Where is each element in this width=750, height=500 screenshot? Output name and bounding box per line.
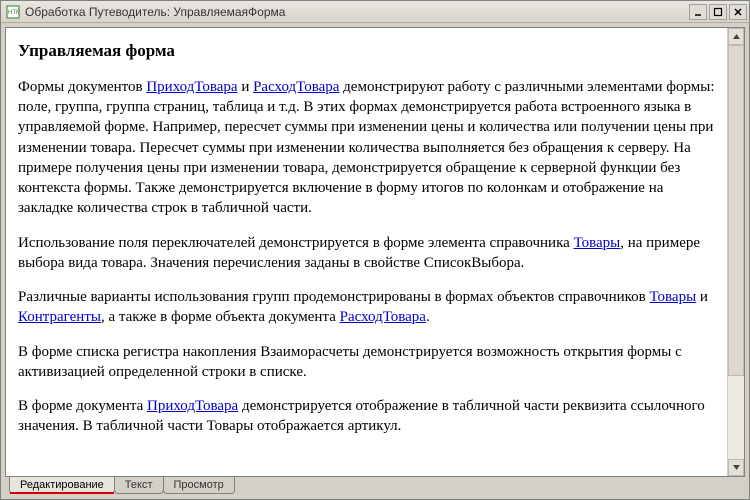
paragraph-4: В форме списка регистра накопления Взаим… [18,342,715,383]
app-icon: HTML [5,4,21,20]
paragraph-2: Использование поля переключателей демонс… [18,233,715,274]
scroll-up-button[interactable] [728,28,744,45]
paragraph-1: Формы документов ПриходТовара и РасходТо… [18,77,715,219]
app-window: HTML Обработка Путеводитель: Управляемая… [0,0,750,500]
scroll-down-button[interactable] [728,459,744,476]
scroll-track[interactable] [728,45,744,459]
vertical-scrollbar[interactable] [727,28,744,476]
close-button[interactable] [729,4,747,20]
maximize-button[interactable] [709,4,727,20]
tab-preview[interactable]: Просмотр [163,477,235,494]
paragraph-3: Различные варианты использования групп п… [18,287,715,328]
bottom-tabs: Редактирование Текст Просмотр [5,477,745,499]
doc-heading: Управляемая форма [18,40,715,63]
minimize-button[interactable] [689,4,707,20]
document-body[interactable]: Управляемая форма Формы документов Прихо… [6,28,727,476]
link-rashod-tovara-2[interactable]: РасходТовара [340,309,426,325]
tab-editing[interactable]: Редактирование [9,477,115,494]
content-wrap: Управляемая форма Формы документов Прихо… [1,23,749,499]
link-rashod-tovara[interactable]: РасходТовара [253,79,339,95]
svg-text:HTML: HTML [8,10,20,16]
link-prihod-tovara[interactable]: ПриходТовара [146,79,237,95]
tab-label: Текст [125,479,153,491]
titlebar: HTML Обработка Путеводитель: Управляемая… [1,1,749,23]
link-tovary[interactable]: Товары [574,235,621,251]
link-prihod-tovara-2[interactable]: ПриходТовара [147,398,238,414]
paragraph-5: В форме документа ПриходТовара демонстри… [18,396,715,437]
window-title: Обработка Путеводитель: УправляемаяФорма [25,5,689,19]
editor-area: Управляемая форма Формы документов Прихо… [5,27,745,477]
tab-label: Просмотр [174,479,224,491]
link-tovary-2[interactable]: Товары [650,289,697,305]
link-kontragenty[interactable]: Контрагенты [18,309,101,325]
window-controls [689,4,747,20]
tab-text[interactable]: Текст [114,477,164,494]
scroll-thumb[interactable] [728,45,744,376]
tab-label: Редактирование [20,479,104,491]
